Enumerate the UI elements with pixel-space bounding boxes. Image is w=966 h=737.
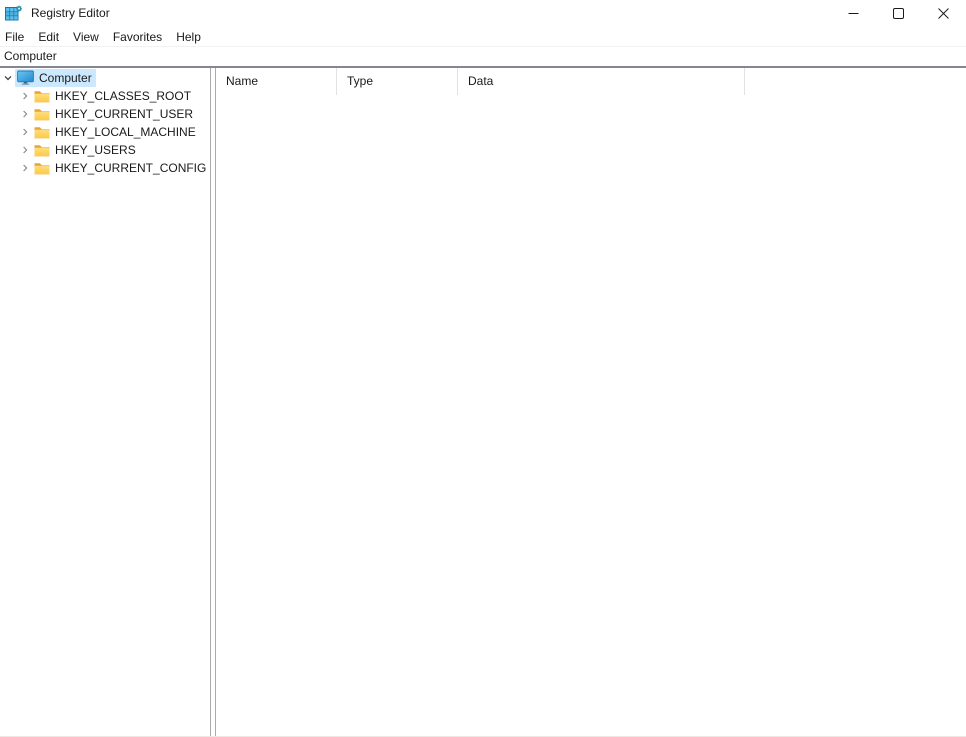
- menu-favorites[interactable]: Favorites: [106, 28, 169, 46]
- tree-item-computer[interactable]: Computer: [0, 69, 210, 87]
- registry-editor-icon: [5, 5, 22, 22]
- tree-item-hkey-local-machine[interactable]: HKEY_LOCAL_MACHINE: [0, 123, 210, 141]
- tree-item-selection[interactable]: Computer: [15, 69, 96, 87]
- title-bar: Registry Editor: [0, 0, 966, 26]
- folder-icon: [34, 108, 50, 121]
- close-icon: [938, 8, 949, 19]
- menu-edit[interactable]: Edit: [31, 28, 66, 46]
- values-list-empty[interactable]: [216, 95, 966, 736]
- tree-item-label[interactable]: Computer: [39, 71, 92, 85]
- address-bar[interactable]: Computer: [0, 47, 966, 66]
- column-header-data[interactable]: Data: [458, 68, 745, 95]
- chevron-right-icon[interactable]: [19, 144, 31, 156]
- chevron-right-icon[interactable]: [19, 90, 31, 102]
- chevron-right-icon[interactable]: [19, 108, 31, 120]
- folder-icon: [34, 162, 50, 175]
- menu-help[interactable]: Help: [169, 28, 208, 46]
- column-header-name[interactable]: Name: [216, 68, 337, 95]
- registry-tree-pane: Computer HKEY_CLASSES_ROOT: [0, 68, 210, 736]
- column-header-type[interactable]: Type: [337, 68, 458, 95]
- computer-monitor-icon: [17, 70, 34, 86]
- address-path-text: Computer: [4, 49, 57, 63]
- registry-editor-window: Registry Editor File Edit Vi: [0, 0, 966, 737]
- chevron-right-icon[interactable]: [19, 126, 31, 138]
- maximize-icon: [893, 8, 904, 19]
- tree-item-label[interactable]: HKEY_CURRENT_CONFIG: [55, 161, 206, 175]
- menu-file[interactable]: File: [0, 28, 31, 46]
- maximize-button[interactable]: [876, 0, 921, 26]
- values-pane: Name Type Data: [216, 68, 966, 736]
- tree-item-label[interactable]: HKEY_CLASSES_ROOT: [55, 89, 191, 103]
- tree-item-hkey-current-user[interactable]: HKEY_CURRENT_USER: [0, 105, 210, 123]
- minimize-button[interactable]: [831, 0, 876, 26]
- menu-view[interactable]: View: [66, 28, 106, 46]
- window-title: Registry Editor: [31, 6, 110, 20]
- tree-item-hkey-classes-root[interactable]: HKEY_CLASSES_ROOT: [0, 87, 210, 105]
- tree-item-label[interactable]: HKEY_CURRENT_USER: [55, 107, 193, 121]
- chevron-down-icon[interactable]: [2, 72, 14, 84]
- tree-item-hkey-users[interactable]: HKEY_USERS: [0, 141, 210, 159]
- folder-icon: [34, 90, 50, 103]
- folder-icon: [34, 144, 50, 157]
- minimize-icon: [848, 8, 859, 19]
- folder-icon: [34, 126, 50, 139]
- tree-item-label[interactable]: HKEY_LOCAL_MACHINE: [55, 125, 196, 139]
- tree-item-label[interactable]: HKEY_USERS: [55, 143, 136, 157]
- window-controls: [831, 0, 966, 26]
- tree-item-hkey-current-config[interactable]: HKEY_CURRENT_CONFIG: [0, 159, 210, 177]
- values-column-header: Name Type Data: [216, 68, 966, 95]
- menu-bar: File Edit View Favorites Help: [0, 28, 966, 46]
- chevron-right-icon[interactable]: [19, 162, 31, 174]
- close-button[interactable]: [921, 0, 966, 26]
